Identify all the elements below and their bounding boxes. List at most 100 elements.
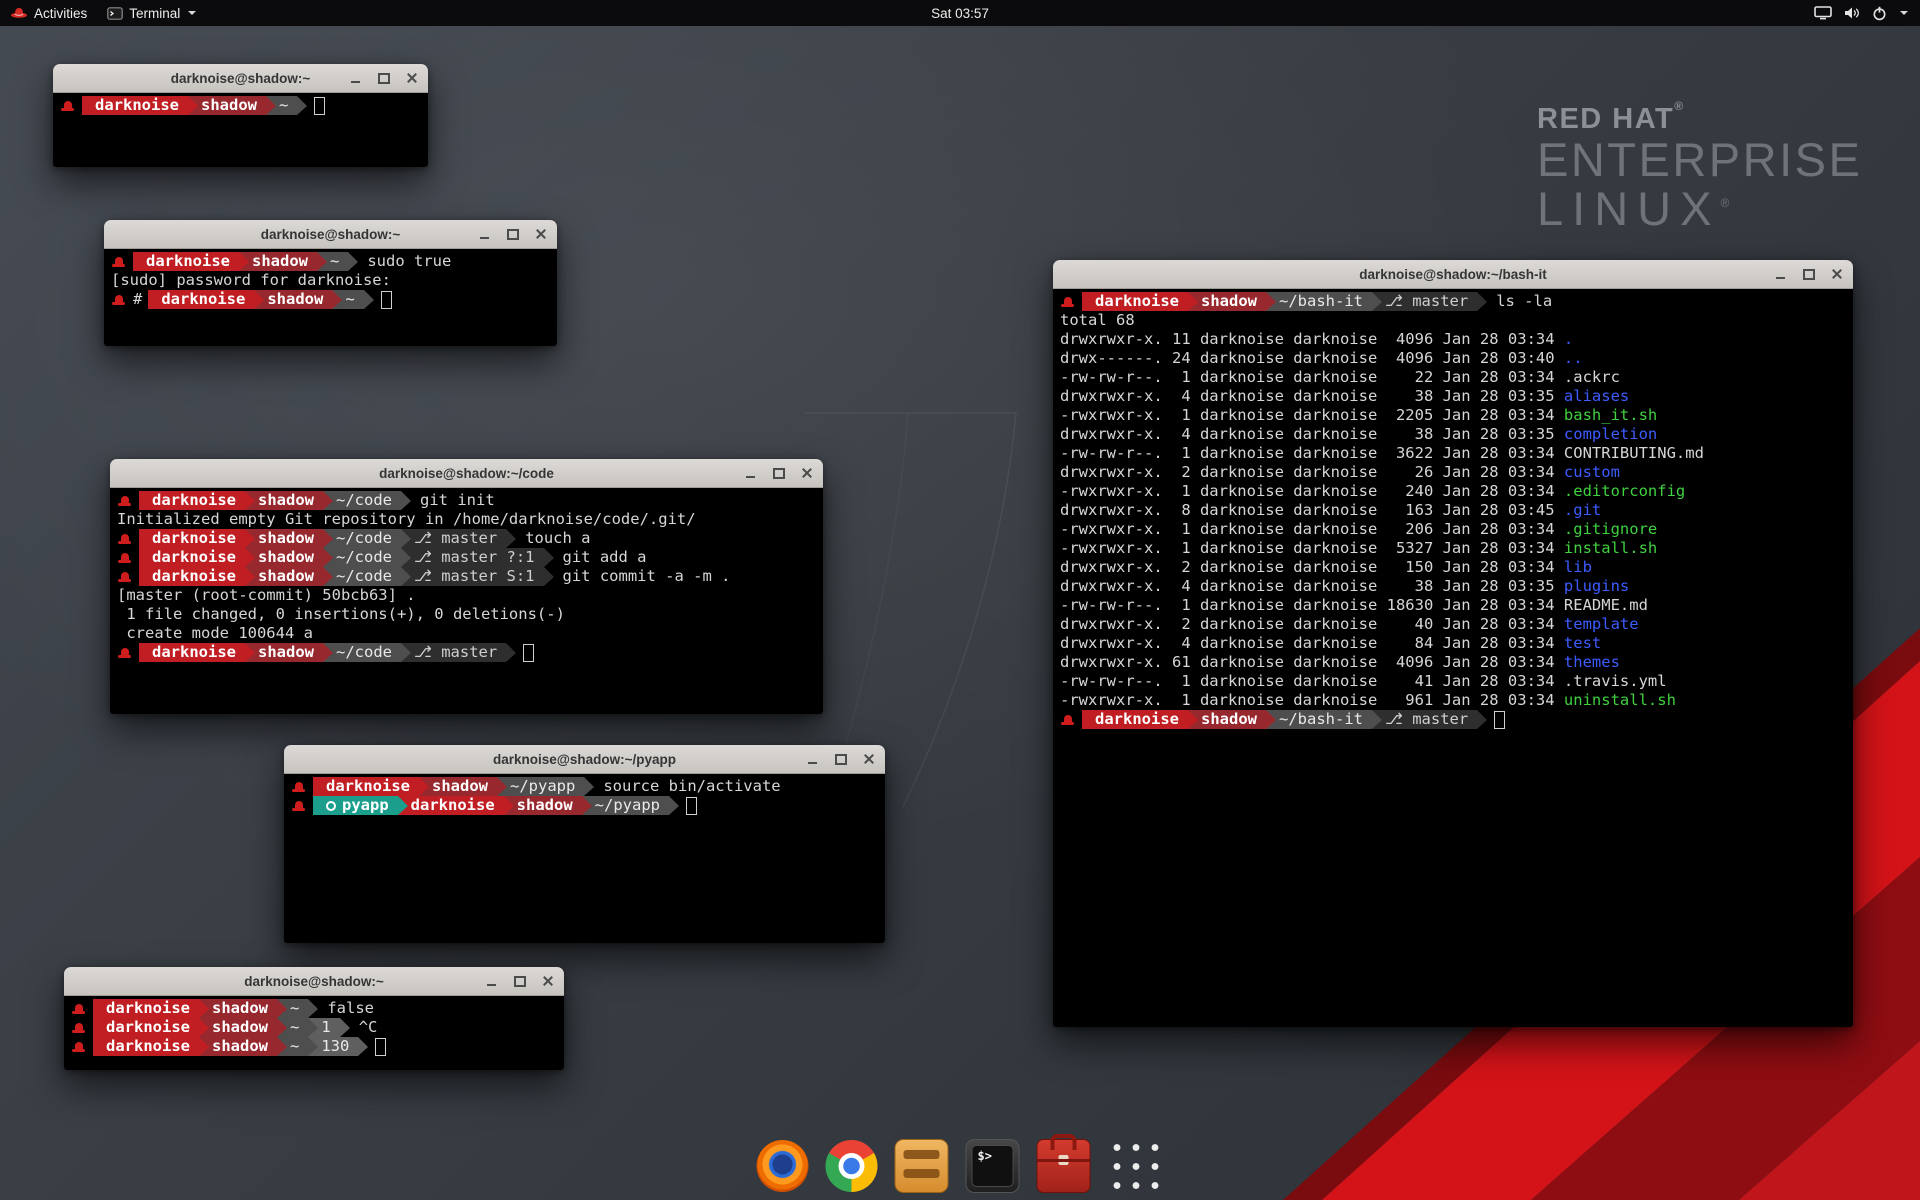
maximize-button[interactable] (512, 974, 527, 989)
ls-prefix: -rwxrwxr-x. 1 darknoise darknoise 206 Ja… (1060, 520, 1564, 538)
close-button[interactable] (1829, 267, 1844, 282)
toolbox-icon[interactable] (1037, 1139, 1091, 1193)
prompt-segment-host: shadow (504, 796, 582, 815)
terminal-content[interactable]: darknoiseshadow~sudo true[sudo] password… (104, 249, 557, 346)
brand-red-hat: RED HAT® (1537, 100, 1862, 134)
filename: custom (1564, 463, 1620, 481)
registered-mark: ® (1720, 196, 1729, 210)
command-text: source bin/activate (584, 777, 780, 796)
prompt-segment-user: darknoise (1082, 292, 1188, 311)
filename: README.md (1564, 596, 1648, 614)
activities-button[interactable]: Activities (0, 0, 97, 26)
redhat-prompt-icon (112, 257, 125, 267)
prompt-segment-host: shadow (199, 999, 277, 1018)
close-button[interactable] (861, 752, 876, 767)
minimize-button[interactable] (805, 752, 820, 767)
prompt-segment-user: darknoise (139, 548, 245, 567)
filename: uninstall.sh (1564, 691, 1676, 709)
titlebar[interactable]: darknoise@shadow:~/code (110, 459, 823, 488)
terminal-icon[interactable] (966, 1139, 1020, 1193)
firefox-icon[interactable] (757, 1140, 809, 1192)
clock[interactable]: Sat 03:57 (931, 0, 989, 26)
toolbox-latch (1059, 1155, 1069, 1165)
terminal-content[interactable]: darknoiseshadow~ (53, 93, 428, 167)
output-line: 1 file changed, 0 insertions(+), 0 delet… (117, 605, 816, 624)
maximize-button[interactable] (771, 466, 786, 481)
redhat-prompt-icon (72, 1023, 85, 1033)
terminal-app-icon (107, 7, 123, 20)
maximize-button[interactable] (505, 227, 520, 242)
close-button[interactable] (404, 71, 419, 86)
window-title: darknoise@shadow:~/code (379, 466, 554, 481)
ls-prefix: -rwxrwxr-x. 1 darknoise darknoise 5327 J… (1060, 539, 1564, 557)
titlebar[interactable]: darknoise@shadow:~ (104, 220, 557, 249)
minimize-button[interactable] (743, 466, 758, 481)
redhat-prompt-icon (118, 496, 131, 506)
filename: bash_it.sh (1564, 406, 1657, 424)
close-button[interactable] (540, 974, 555, 989)
filename: .gitignore (1564, 520, 1657, 538)
window-title: darknoise@shadow:~ (171, 71, 311, 86)
maximize-button[interactable] (1801, 267, 1816, 282)
terminal-cursor (381, 291, 392, 309)
app-menu-label: Terminal (129, 6, 180, 21)
prompt-segment-host: shadow (1188, 710, 1266, 729)
close-button[interactable] (533, 227, 548, 242)
redhat-prompt-icon (61, 101, 74, 111)
window-controls (484, 967, 555, 995)
prompt-line: darknoiseshadow~/bash-it⎇ masterls -la (1060, 292, 1846, 311)
prompt-line: darknoiseshadow~ (60, 96, 421, 115)
maximize-button[interactable] (833, 752, 848, 767)
terminal-content[interactable]: darknoiseshadow~/codegit initInitialized… (110, 488, 823, 714)
minimize-button[interactable] (348, 71, 363, 86)
prompt-line: darknoiseshadow~/bash-it⎇ master (1060, 710, 1846, 729)
ls-prefix: drwxrwxr-x. 4 darknoise darknoise 38 Jan… (1060, 425, 1564, 443)
filename: completion (1564, 425, 1657, 443)
prompt-segment-user: darknoise (398, 796, 504, 815)
prompt-segment-git: ⎇ master (401, 643, 506, 662)
minimize-button[interactable] (477, 227, 492, 242)
app-grid-icon[interactable] (1108, 1138, 1164, 1194)
prompt-segment-user: darknoise (93, 1018, 199, 1037)
titlebar[interactable]: darknoise@shadow:~ (53, 64, 428, 93)
ls-output-line: -rwxrwxr-x. 1 darknoise darknoise 961 Ja… (1060, 691, 1846, 710)
redhat-prompt-icon (112, 295, 125, 305)
maximize-button[interactable] (376, 71, 391, 86)
top-bar: Activities Terminal Sat 03:57 (0, 0, 1920, 26)
prompt-segment-host: shadow (245, 491, 323, 510)
ls-prefix: drwxrwxr-x. 4 darknoise darknoise 84 Jan… (1060, 634, 1564, 652)
window-controls (348, 64, 419, 92)
terminal-content[interactable]: darknoiseshadow~/pyappsource bin/activat… (284, 774, 885, 943)
app-menu-terminal[interactable]: Terminal (97, 0, 206, 26)
terminal-window: darknoise@shadow:~ darknoiseshadow~false… (64, 967, 564, 1070)
titlebar[interactable]: darknoise@shadow:~/pyapp (284, 745, 885, 774)
prompt-segment-git: ⎇ master ?:1 (401, 548, 544, 567)
file-manager-icon[interactable] (895, 1139, 949, 1193)
prompt-segment-path: ~/code (323, 529, 401, 548)
dock (757, 1138, 1164, 1194)
close-button[interactable] (799, 466, 814, 481)
ls-output-line: drwxrwxr-x. 4 darknoise darknoise 38 Jan… (1060, 387, 1846, 406)
prompt-line: darknoiseshadow~1^C (71, 1018, 557, 1037)
prompt-segment-path: ~/bash-it (1266, 292, 1372, 311)
chevron-down-icon (188, 11, 196, 15)
root-hash: # (133, 290, 142, 309)
chrome-icon[interactable] (826, 1140, 878, 1192)
system-status-area[interactable] (1806, 0, 1916, 26)
prompt-segment-host: shadow (245, 643, 323, 662)
filename: themes (1564, 653, 1620, 671)
minimize-button[interactable] (1773, 267, 1788, 282)
ls-output-line: drwx------. 24 darknoise darknoise 4096 … (1060, 349, 1846, 368)
prompt-segment-host: shadow (254, 290, 332, 309)
prompt-segment-user: darknoise (139, 491, 245, 510)
prompt-segment-host: shadow (188, 96, 266, 115)
prompt-segment-path: ~/code (323, 567, 401, 586)
minimize-button[interactable] (484, 974, 499, 989)
titlebar[interactable]: darknoise@shadow:~ (64, 967, 564, 996)
titlebar[interactable]: darknoise@shadow:~/bash-it (1053, 260, 1853, 289)
filename: .ackrc (1564, 368, 1620, 386)
terminal-content[interactable]: darknoiseshadow~/bash-it⎇ masterls -lato… (1053, 289, 1853, 1027)
ls-prefix: -rw-rw-r--. 1 darknoise darknoise 3622 J… (1060, 444, 1564, 462)
terminal-window: darknoise@shadow:~/bash-it darknoiseshad… (1053, 260, 1853, 1027)
terminal-content[interactable]: darknoiseshadow~falsedarknoiseshadow~1^C… (64, 996, 564, 1070)
